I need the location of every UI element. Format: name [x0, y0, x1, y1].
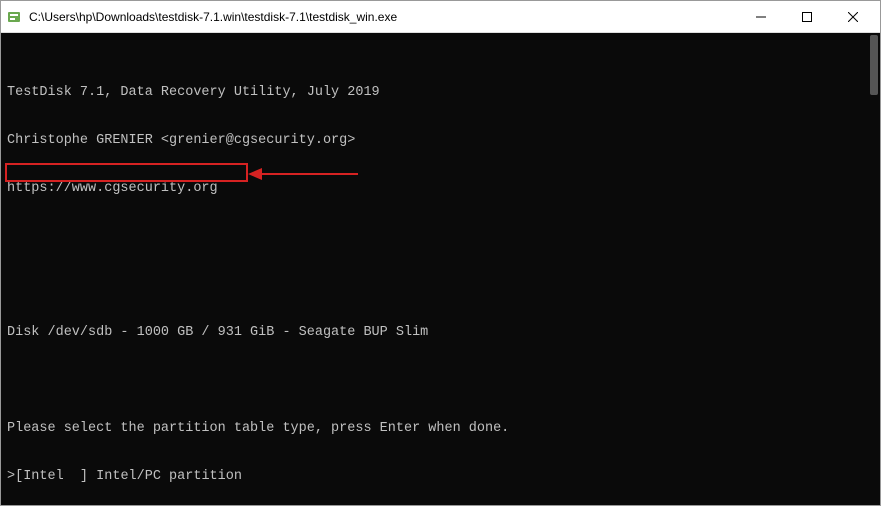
- minimize-button[interactable]: [738, 2, 784, 32]
- blank: [7, 229, 874, 245]
- window-controls: [738, 2, 876, 32]
- annotation-highlight-box: [5, 163, 248, 182]
- app-window: C:\Users\hp\Downloads\testdisk-7.1.win\t…: [0, 0, 881, 506]
- menu-tag: [Intel ]: [15, 469, 88, 484]
- titlebar: C:\Users\hp\Downloads\testdisk-7.1.win\t…: [1, 1, 880, 33]
- prompt-line: Please select the partition table type, …: [7, 421, 874, 437]
- close-button[interactable]: [830, 2, 876, 32]
- menu-item-intel[interactable]: >[Intel ] Intel/PC partition: [7, 469, 874, 485]
- blank: [7, 373, 874, 389]
- terminal-area[interactable]: TestDisk 7.1, Data Recovery Utility, Jul…: [1, 33, 880, 505]
- selected-marker: >: [7, 469, 15, 484]
- header-line-2: Christophe GRENIER <grenier@cgsecurity.o…: [7, 133, 874, 149]
- scrollbar-thumb[interactable]: [870, 35, 878, 95]
- annotation-arrow-icon: [248, 167, 358, 181]
- disk-line: Disk /dev/sdb - 1000 GB / 931 GiB - Seag…: [7, 325, 874, 341]
- maximize-button[interactable]: [784, 2, 830, 32]
- blank: [7, 277, 874, 293]
- app-icon: [5, 8, 23, 26]
- window-title: C:\Users\hp\Downloads\testdisk-7.1.win\t…: [29, 10, 738, 24]
- header-line-1: TestDisk 7.1, Data Recovery Utility, Jul…: [7, 85, 874, 101]
- menu-desc: Intel/PC partition: [96, 469, 242, 484]
- header-line-3: https://www.cgsecurity.org: [7, 181, 874, 197]
